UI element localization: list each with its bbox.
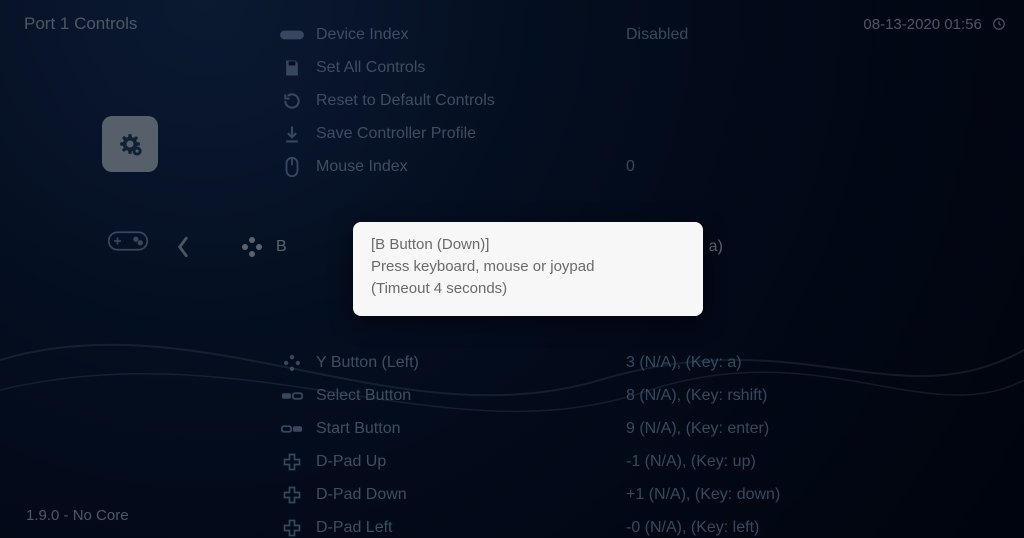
input-bind-dialog[interactable]: [B Button (Down)] Press keyboard, mouse … bbox=[353, 222, 703, 316]
dialog-title: [B Button (Down)] bbox=[371, 234, 685, 256]
app-root: Port 1 Controls 08-13-2020 01:56 bbox=[0, 0, 1024, 538]
dialog-message: Press keyboard, mouse or joypad bbox=[371, 256, 685, 278]
dialog-timeout: (Timeout 4 seconds) bbox=[371, 278, 685, 300]
